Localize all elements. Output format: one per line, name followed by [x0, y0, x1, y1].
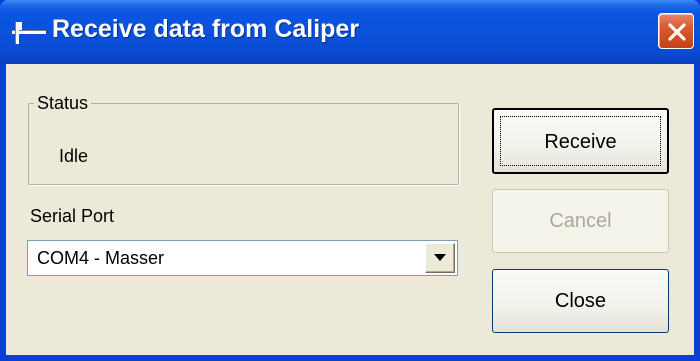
status-value: Idle [59, 146, 89, 166]
window-border [0, 355, 700, 361]
status-legend: Status [34, 93, 92, 114]
title-bar[interactable]: Receive data from Caliper [0, 0, 700, 64]
chevron-down-icon [434, 254, 446, 261]
serial-port-dropdown-button[interactable] [425, 243, 455, 273]
serial-port-label: Serial Port [30, 206, 115, 226]
cancel-button[interactable]: Cancel [492, 189, 669, 253]
close-button[interactable]: Close [492, 269, 669, 333]
caliper-icon [10, 18, 48, 48]
cancel-button-label: Cancel [549, 210, 612, 232]
receive-button[interactable]: Receive [492, 108, 669, 174]
serial-port-select[interactable]: COM4 - Masser [27, 240, 458, 276]
status-group [28, 103, 459, 185]
close-window-button[interactable] [658, 13, 694, 49]
serial-port-selected-value: COM4 - Masser [37, 248, 165, 268]
close-icon [668, 23, 686, 41]
receive-button-label: Receive [544, 131, 617, 153]
window-title: Receive data from Caliper [52, 15, 360, 43]
close-button-label: Close [554, 290, 607, 312]
